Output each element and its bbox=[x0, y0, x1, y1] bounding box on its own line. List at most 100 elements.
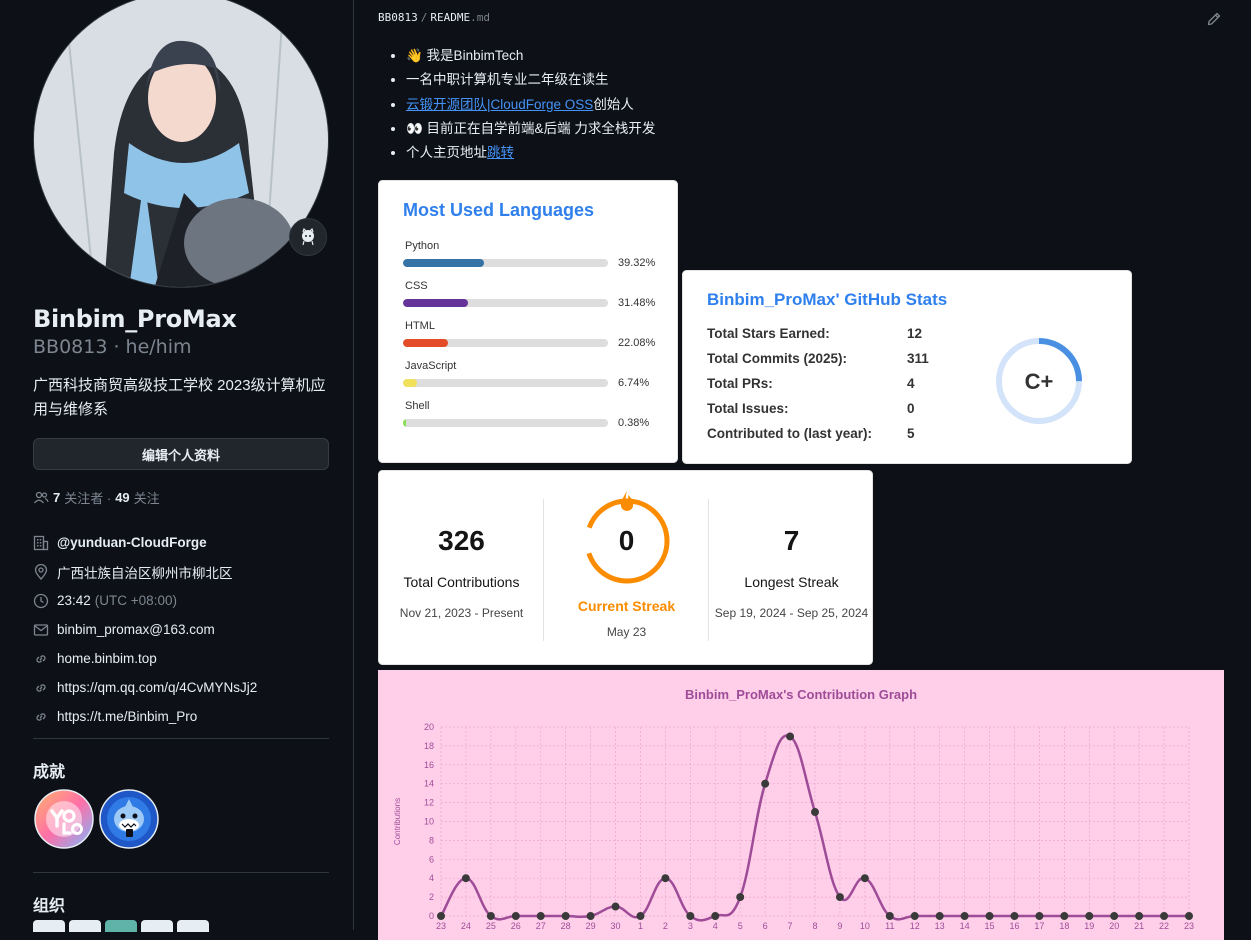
link-icon bbox=[36, 712, 46, 721]
list-item: 云锻开源团队|CloudForge OSS创始人 bbox=[406, 93, 655, 117]
website-link[interactable]: home.binbim.top bbox=[57, 651, 157, 666]
data-point bbox=[561, 912, 570, 920]
stat-row: Total Issues: 0 bbox=[707, 401, 967, 416]
streak-card[interactable]: 326 Total Contributions Nov 21, 2023 - P… bbox=[378, 470, 873, 665]
language-bar bbox=[403, 259, 608, 267]
data-point bbox=[636, 912, 645, 920]
path-separator: / bbox=[420, 11, 428, 24]
divider bbox=[33, 872, 329, 873]
achievement-shark-badge[interactable] bbox=[99, 789, 159, 849]
stat-row: Contributed to (last year): 5 bbox=[707, 426, 967, 441]
data-point bbox=[711, 912, 720, 920]
followers-count[interactable]: 7 bbox=[53, 490, 60, 505]
data-point bbox=[885, 912, 894, 920]
data-point bbox=[1010, 912, 1019, 920]
stats-title: Binbim_ProMax' GitHub Stats bbox=[707, 290, 948, 309]
language-row: CSS 31.48% bbox=[403, 280, 663, 310]
following-label[interactable]: 关注 bbox=[134, 488, 160, 507]
edit-profile-button[interactable]: 编辑个人资料 bbox=[33, 438, 329, 470]
qq-link[interactable]: https://qm.qq.com/q/4CvMYNsJj2 bbox=[57, 680, 257, 695]
organization-avatar[interactable] bbox=[105, 920, 137, 932]
data-point bbox=[611, 902, 620, 911]
data-point bbox=[1160, 912, 1169, 920]
stat-label: Contributed to (last year): bbox=[707, 426, 873, 441]
people-icon bbox=[33, 491, 49, 503]
divider bbox=[33, 738, 329, 739]
y-tick-label: 10 bbox=[424, 817, 434, 827]
homepage-link[interactable]: 跳转 bbox=[487, 145, 514, 160]
readme-list: 👋 我是BinbimTech 一名中职计算机专业二年级在读生 云锻开源团队|Cl… bbox=[406, 44, 655, 165]
achievements-title: 成就 bbox=[33, 764, 66, 781]
data-point bbox=[586, 912, 595, 920]
stat-row: Total Commits (2025): 311 bbox=[707, 351, 967, 366]
data-point bbox=[1060, 912, 1069, 920]
languages-card[interactable]: Most Used Languages Python 39.32% CSS 31… bbox=[378, 180, 678, 463]
language-bar-fill bbox=[403, 299, 468, 307]
readme-file-name[interactable]: README bbox=[430, 11, 470, 24]
link-item: home.binbim.top bbox=[33, 644, 257, 673]
total-contributions-label: Total Contributions bbox=[403, 574, 520, 590]
telegram-link[interactable]: https://t.me/Binbim_Pro bbox=[57, 709, 197, 724]
data-point bbox=[860, 874, 869, 883]
avatar-image bbox=[34, 0, 328, 287]
stat-label: Total Commits (2025): bbox=[707, 351, 848, 366]
data-point bbox=[686, 912, 695, 920]
organization-avatar[interactable] bbox=[141, 920, 173, 932]
data-point bbox=[910, 912, 919, 920]
following-count[interactable]: 49 bbox=[115, 490, 129, 505]
avatar[interactable] bbox=[33, 0, 329, 288]
organization-icon bbox=[33, 535, 49, 550]
list-item: 个人主页地址跳转 bbox=[406, 141, 655, 165]
org-link[interactable]: @yunduan-CloudForge bbox=[57, 535, 207, 550]
achievement-yolo-badge[interactable] bbox=[34, 789, 94, 849]
team-link[interactable]: 云锻开源团队|CloudForge OSS bbox=[406, 97, 593, 112]
founder-text: 创始人 bbox=[593, 96, 634, 112]
list-item: 👀 目前正在自学前端&后端 力求全栈开发 bbox=[406, 117, 655, 141]
data-point bbox=[1135, 912, 1144, 920]
stat-value: 0 bbox=[907, 401, 915, 416]
followers-label[interactable]: 关注者 · bbox=[64, 488, 111, 507]
list-item: 一名中职计算机专业二年级在读生 bbox=[406, 68, 655, 92]
data-point bbox=[811, 808, 819, 817]
organization-avatar[interactable] bbox=[69, 920, 101, 932]
language-bar-fill bbox=[403, 419, 407, 427]
language-name: Shell bbox=[405, 400, 430, 412]
total-contributions-range: Nov 21, 2023 - Present bbox=[399, 606, 524, 620]
contribution-graph[interactable]: Binbim_ProMax's Contribution Graph 02468… bbox=[378, 670, 1224, 940]
longest-streak-range: Sep 19, 2024 - Sep 25, 2024 bbox=[714, 606, 869, 620]
y-tick-label: 0 bbox=[429, 911, 434, 921]
y-tick-label: 2 bbox=[429, 892, 434, 902]
language-percent: 31.48% bbox=[618, 297, 656, 309]
data-point bbox=[511, 912, 520, 920]
language-bar bbox=[403, 299, 608, 307]
organization-avatar[interactable] bbox=[177, 920, 209, 932]
location-item: 广西壮族自治区柳州市柳北区 bbox=[33, 557, 257, 586]
stat-row: Total Stars Earned: 12 bbox=[707, 326, 967, 341]
language-name: Python bbox=[405, 240, 440, 252]
location-text: 广西壮族自治区柳州市柳北区 bbox=[57, 565, 233, 581]
readme-path: BB0813/README.md bbox=[378, 11, 490, 24]
longest-streak: 7 Longest Streak Sep 19, 2024 - Sep 25, … bbox=[709, 471, 874, 666]
email-link[interactable]: binbim_promax@163.com bbox=[57, 622, 215, 637]
language-bar-fill bbox=[403, 339, 449, 347]
clock-icon bbox=[33, 593, 49, 608]
language-row: Shell 0.38% bbox=[403, 400, 663, 430]
link-icon bbox=[36, 683, 46, 692]
data-point bbox=[835, 893, 844, 902]
organization-avatar[interactable] bbox=[33, 920, 65, 932]
language-bar bbox=[403, 339, 608, 347]
rank-circle: C+ bbox=[995, 337, 1083, 430]
org-item: @yunduan-CloudForge bbox=[33, 528, 257, 557]
data-point bbox=[486, 912, 495, 920]
stat-value: 4 bbox=[907, 376, 915, 391]
data-point bbox=[960, 912, 969, 920]
repo-owner-link[interactable]: BB0813 bbox=[378, 11, 418, 24]
status-emoji-button[interactable] bbox=[289, 218, 327, 256]
local-time: 23:42 bbox=[57, 593, 91, 608]
github-stats-card[interactable]: Binbim_ProMax' GitHub Stats Total Stars … bbox=[682, 270, 1132, 464]
edit-readme-button[interactable] bbox=[1206, 11, 1222, 32]
profile-name: Binbim_ProMax bbox=[33, 305, 237, 333]
time-item: 23:42 (UTC +08:00) bbox=[33, 586, 257, 615]
stat-label: Total Issues: bbox=[707, 401, 789, 416]
languages-title: Most Used Languages bbox=[403, 200, 595, 220]
